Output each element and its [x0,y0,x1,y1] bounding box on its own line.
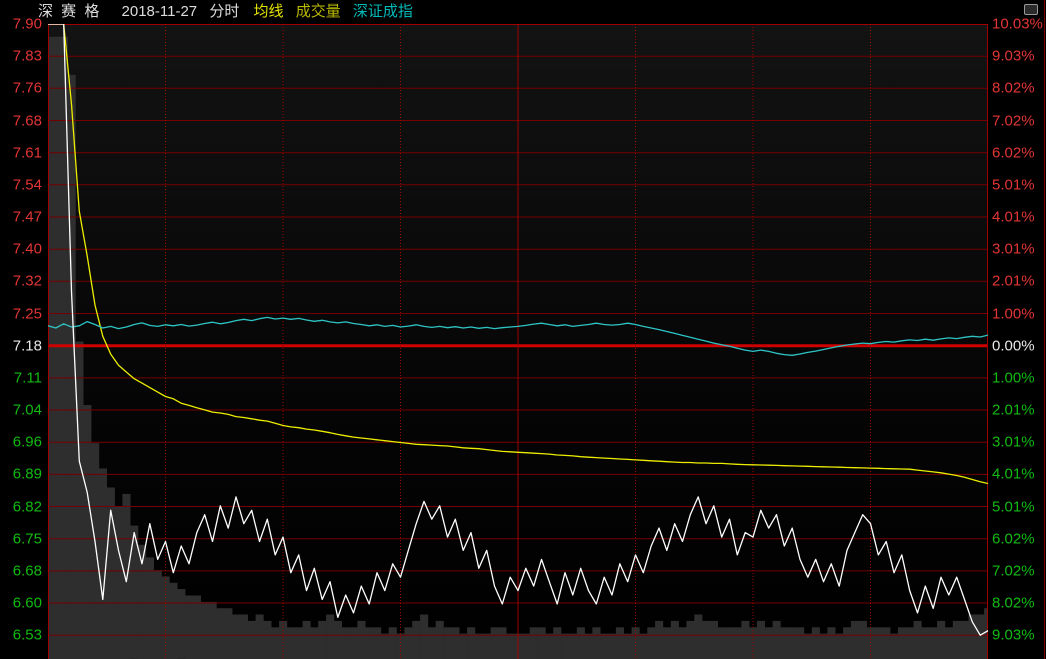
percent-axis-label: 8.02% [992,81,1035,96]
percent-axis-label: 9.03% [992,49,1035,64]
legend-szse-index[interactable]: 深证成指 [353,3,413,20]
percent-axis-label: 8.02% [992,596,1035,611]
price-axis-label: 6.68 [13,563,42,578]
percent-axis-label: 7.02% [992,113,1035,128]
percent-axis-label: 0.00% [992,338,1035,353]
price-axis-label: 7.54 [13,177,42,192]
chart-type-label: 分时 [209,3,239,20]
price-axis-label: 6.60 [13,596,42,611]
window-restore-icon[interactable] [1024,4,1038,15]
percent-axis-label: 4.01% [992,210,1035,225]
price-axis-label: 7.40 [13,242,42,257]
app-window: 深 赛 格 2018-11-27 分时 均线 成交量 深证成指 7.907.83… [0,0,1046,659]
percent-axis-label: 5.01% [992,177,1035,192]
price-axis-label: 7.25 [13,306,42,321]
percent-axis: 10.03% 9.03% 8.02% 7.02% 6.02% 5.01% 4.01% 3.01… [992,0,1046,659]
percent-axis-label: 10.03% [992,17,1043,32]
price-axis-label: 6.82 [13,499,42,514]
price-axis-label: 7.04 [13,403,42,418]
percent-axis-label: 6.02% [992,531,1035,546]
price-axis-label: 6.53 [13,628,42,643]
price-axis-label: 7.11 [14,370,42,385]
stock-name: 深 赛 格 [38,3,101,20]
price-axis-label: 6.96 [13,435,42,450]
chart-canvas [48,24,988,659]
percent-axis-label: 7.02% [992,563,1035,578]
percent-axis-label: 1.00% [992,306,1035,321]
intraday-plot-area[interactable] [48,24,988,659]
chart-title-bar: 深 赛 格 2018-11-27 分时 均线 成交量 深证成指 [38,2,413,22]
percent-axis-label: 5.01% [992,499,1035,514]
percent-axis-label: 2.01% [992,403,1035,418]
price-axis-label: 6.75 [13,531,42,546]
price-axis-label: 7.47 [13,210,42,225]
percent-axis-label: 9.03% [992,628,1035,643]
price-axis-label: 7.76 [13,81,42,96]
legend-average-line[interactable]: 均线 [254,3,284,20]
percent-axis-label: 6.02% [992,145,1035,160]
price-axis-label: 6.89 [13,467,42,482]
price-axis-label: 7.61 [13,145,42,160]
price-axis-label: 7.68 [13,113,42,128]
price-axis: 7.907.837.767.687.617.547.477.407.327.25… [0,0,44,659]
price-axis-label: 7.18 [13,338,42,353]
percent-axis-label: 3.01% [992,242,1035,257]
percent-axis-label: 2.01% [992,274,1035,289]
percent-axis-label: 1.00% [992,370,1035,385]
price-axis-label: 7.32 [13,274,42,289]
chart-date: 2018-11-27 [122,3,198,20]
legend-volume[interactable]: 成交量 [296,3,341,20]
percent-axis-label: 4.01% [992,467,1035,482]
percent-axis-label: 3.01% [992,435,1035,450]
price-axis-label: 7.83 [13,49,42,64]
